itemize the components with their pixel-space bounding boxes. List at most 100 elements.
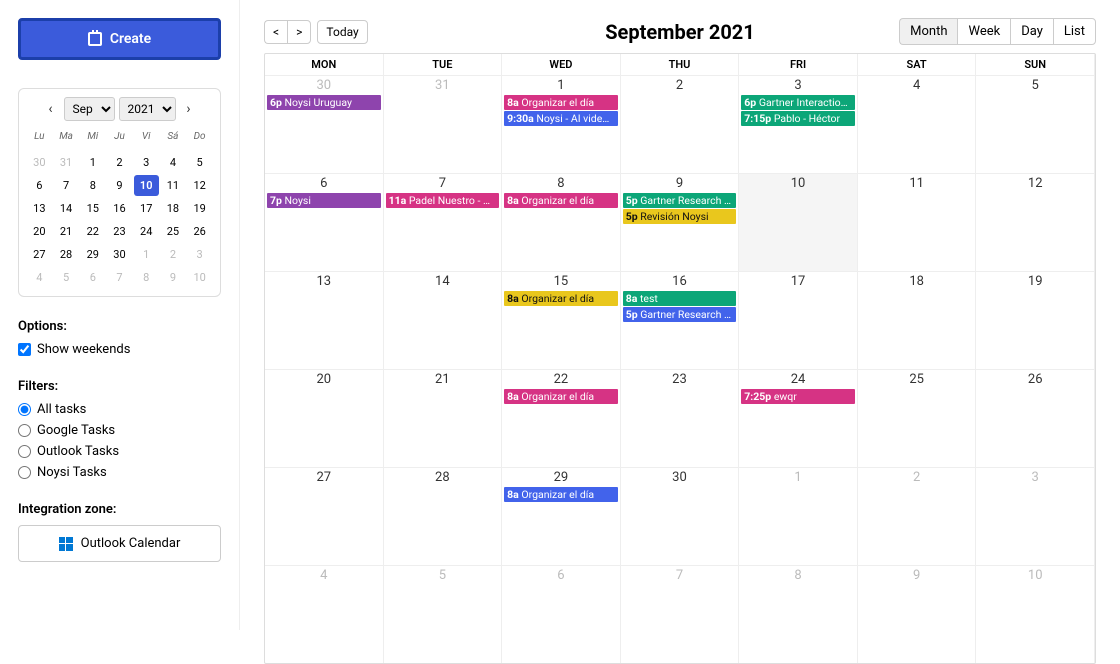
calendar-cell[interactable]: 4 [858, 75, 977, 173]
mini-day[interactable]: 8 [134, 267, 159, 288]
calendar-cell[interactable]: 31 [384, 75, 503, 173]
calendar-cell[interactable]: 168a test5p Gartner Research Conne [621, 271, 740, 369]
mini-day[interactable]: 26 [187, 221, 212, 242]
calendar-cell[interactable]: 13 [265, 271, 384, 369]
calendar-cell[interactable]: 17 [739, 271, 858, 369]
mini-day[interactable]: 18 [161, 198, 186, 219]
mini-day[interactable]: 14 [54, 198, 79, 219]
filter-option[interactable]: Noysi Tasks [18, 465, 221, 480]
filter-option[interactable]: All tasks [18, 402, 221, 417]
calendar-cell[interactable]: 4 [265, 565, 384, 663]
mini-day[interactable]: 1 [80, 152, 105, 173]
mini-day[interactable]: 7 [54, 175, 79, 196]
mini-day[interactable]: 17 [134, 198, 159, 219]
event[interactable]: 5p Gartner Research Conne [623, 193, 737, 208]
prev-button[interactable]: < [264, 20, 287, 44]
mini-day[interactable]: 9 [161, 267, 186, 288]
view-list[interactable]: List [1053, 18, 1096, 45]
calendar-cell[interactable]: 306p Noysi Uruguay [265, 75, 384, 173]
event[interactable]: 8a Organizar el día [504, 291, 618, 306]
mini-day[interactable]: 10 [187, 267, 212, 288]
event[interactable]: 8a Organizar el día [504, 193, 618, 208]
calendar-cell[interactable]: 5 [976, 75, 1095, 173]
calendar-cell[interactable]: 11 [858, 173, 977, 271]
mini-day[interactable]: 7 [107, 267, 132, 288]
event[interactable]: 8a Organizar el día [504, 487, 618, 502]
mini-next-button[interactable]: › [180, 101, 198, 117]
calendar-cell[interactable]: 30 [621, 467, 740, 565]
mini-day[interactable]: 3 [134, 152, 159, 173]
mini-day[interactable]: 6 [27, 175, 52, 196]
calendar-cell[interactable]: 27 [265, 467, 384, 565]
calendar-cell[interactable]: 28 [384, 467, 503, 565]
calendar-cell[interactable]: 10 [976, 565, 1095, 663]
calendar-cell[interactable]: 1 [739, 467, 858, 565]
event[interactable]: 8a test [623, 291, 737, 306]
calendar-cell[interactable]: 26 [976, 369, 1095, 467]
calendar-cell[interactable]: 12 [976, 173, 1095, 271]
mini-day[interactable]: 4 [27, 267, 52, 288]
mini-day[interactable]: 13 [27, 198, 52, 219]
calendar-cell[interactable]: 5 [384, 565, 503, 663]
mini-day[interactable]: 2 [161, 244, 186, 265]
calendar-cell[interactable]: 228a Organizar el día [502, 369, 621, 467]
calendar-cell[interactable]: 158a Organizar el día [502, 271, 621, 369]
event[interactable]: 5p Gartner Research Conne [623, 307, 737, 322]
filter-option[interactable]: Google Tasks [18, 423, 221, 438]
calendar-cell[interactable]: 19 [976, 271, 1095, 369]
mini-day[interactable]: 1 [134, 244, 159, 265]
calendar-cell[interactable]: 6 [502, 565, 621, 663]
calendar-cell[interactable]: 8 [739, 565, 858, 663]
mini-day[interactable]: 12 [187, 175, 212, 196]
filter-radio[interactable] [18, 445, 31, 458]
mini-day[interactable]: 8 [80, 175, 105, 196]
mini-day[interactable]: 29 [80, 244, 105, 265]
mini-day[interactable]: 2 [107, 152, 132, 173]
mini-day[interactable]: 30 [107, 244, 132, 265]
next-button[interactable]: > [287, 20, 311, 44]
filter-radio[interactable] [18, 403, 31, 416]
event[interactable]: 8a Organizar el día [504, 389, 618, 404]
mini-day[interactable]: 19 [187, 198, 212, 219]
calendar-cell[interactable]: 18a Organizar el día9:30a Noysi - AI vid… [502, 75, 621, 173]
calendar-cell[interactable]: 67p Noysi [265, 173, 384, 271]
mini-day[interactable]: 30 [27, 152, 52, 173]
calendar-cell[interactable]: 14 [384, 271, 503, 369]
mini-day[interactable]: 28 [54, 244, 79, 265]
calendar-cell[interactable]: 23 [621, 369, 740, 467]
calendar-cell[interactable]: 10 [739, 173, 858, 271]
event[interactable]: 7:15p Pablo - Héctor [741, 111, 855, 126]
mini-day[interactable]: 25 [161, 221, 186, 242]
calendar-cell[interactable]: 711a Padel Nuestro - Noysi [384, 173, 503, 271]
mini-day[interactable]: 5 [54, 267, 79, 288]
view-day[interactable]: Day [1010, 18, 1053, 45]
event[interactable]: 9:30a Noysi - AI video analy [504, 111, 618, 126]
calendar-cell[interactable]: 247:25p ewqr [739, 369, 858, 467]
filter-option[interactable]: Outlook Tasks [18, 444, 221, 459]
calendar-cell[interactable]: 3 [976, 467, 1095, 565]
mini-day[interactable]: 6 [80, 267, 105, 288]
mini-day[interactable]: 20 [27, 221, 52, 242]
view-month[interactable]: Month [899, 18, 957, 45]
event[interactable]: 6p Noysi Uruguay [267, 95, 381, 110]
calendar-cell[interactable]: 36p Gartner Interaction – (Re7:15p Pablo… [739, 75, 858, 173]
show-weekends-option[interactable]: Show weekends [18, 342, 221, 357]
mini-day[interactable]: 21 [54, 221, 79, 242]
mini-day[interactable]: 10 [134, 175, 159, 196]
calendar-cell[interactable]: 88a Organizar el día [502, 173, 621, 271]
month-select[interactable]: Sep [64, 97, 115, 121]
view-week[interactable]: Week [957, 18, 1010, 45]
mini-day[interactable]: 5 [187, 152, 212, 173]
calendar-cell[interactable]: 20 [265, 369, 384, 467]
mini-day[interactable]: 4 [161, 152, 186, 173]
event[interactable]: 6p Gartner Interaction – (Re [741, 95, 855, 110]
filter-radio[interactable] [18, 466, 31, 479]
mini-prev-button[interactable]: ‹ [42, 101, 60, 117]
mini-day[interactable]: 31 [54, 152, 79, 173]
mini-day[interactable]: 23 [107, 221, 132, 242]
event[interactable]: 11a Padel Nuestro - Noysi [386, 193, 500, 208]
today-button[interactable]: Today [317, 20, 367, 44]
calendar-cell[interactable]: 95p Gartner Research Conne5p Revisión No… [621, 173, 740, 271]
calendar-cell[interactable]: 18 [858, 271, 977, 369]
mini-day[interactable]: 15 [80, 198, 105, 219]
